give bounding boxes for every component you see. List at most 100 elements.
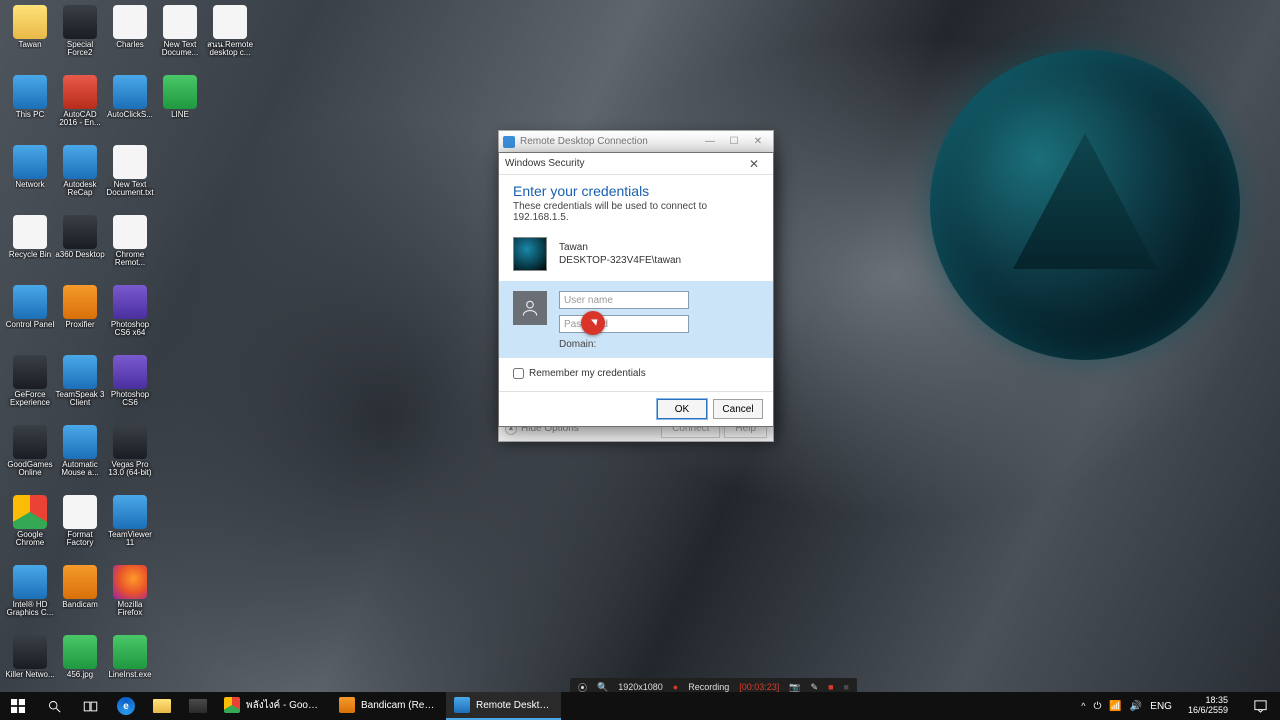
rdc-icon xyxy=(503,136,515,148)
close-button[interactable]: ✕ xyxy=(747,134,769,150)
desktop-icon[interactable]: Intel® HD Graphics C... xyxy=(5,565,55,631)
desktop-icon[interactable]: New Text Document.txt xyxy=(105,145,155,211)
desktop-icon[interactable]: Charles xyxy=(105,5,155,71)
desktop-icon[interactable]: Mozilla Firefox xyxy=(105,565,155,631)
desktop-icon[interactable]: New Text Docume... xyxy=(155,5,205,71)
network-icon[interactable]: 📶 xyxy=(1109,701,1121,712)
desktop-icon[interactable]: Control Panel xyxy=(5,285,55,351)
remember-credentials-row[interactable]: Remember my credentials xyxy=(513,368,759,379)
desktop-icon[interactable]: GeForce Experience xyxy=(5,355,55,421)
close-icon[interactable]: ✕ xyxy=(741,157,767,171)
remember-label: Remember my credentials xyxy=(529,368,646,379)
desktop-icon[interactable]: Vegas Pro 13.0 (64-bit) xyxy=(105,425,155,491)
saved-account-row[interactable]: Tawan DESKTOP-323V4FE\tawan xyxy=(513,237,759,271)
app-icon xyxy=(113,355,147,389)
desktop-icon[interactable]: สนน.Remote desktop c... xyxy=(205,5,255,71)
app-icon xyxy=(13,425,47,459)
task-view-button[interactable] xyxy=(72,692,108,720)
taskbar-app[interactable]: Remote Desktop C... xyxy=(446,692,561,720)
taskbar-app[interactable]: Bandicam (Register... xyxy=(331,692,446,720)
desktop-icon[interactable]: Autodesk ReCap xyxy=(55,145,105,211)
rdc-titlebar[interactable]: Remote Desktop Connection — ☐ ✕ xyxy=(499,131,773,153)
desktop-icon[interactable]: Special Force2 xyxy=(55,5,105,71)
app-icon xyxy=(63,495,97,529)
username-input[interactable] xyxy=(559,291,689,309)
remember-checkbox[interactable] xyxy=(513,368,524,379)
desktop-icon[interactable]: Bandicam xyxy=(55,565,105,631)
minimize-button[interactable]: — xyxy=(699,134,721,150)
start-button[interactable] xyxy=(0,692,36,720)
app-icon xyxy=(13,565,47,599)
icon-label: Autodesk ReCap xyxy=(55,181,105,198)
icon-label: Bandicam xyxy=(62,601,98,609)
saved-user-domain: DESKTOP-323V4FE\tawan xyxy=(559,255,681,266)
avatar xyxy=(513,237,547,271)
desktop-icon[interactable]: a360 Desktop xyxy=(55,215,105,281)
credentials-heading: Enter your credentials xyxy=(513,183,759,199)
app-icon xyxy=(13,215,47,249)
desktop-icon[interactable]: Tawan xyxy=(5,5,55,71)
taskbar-app[interactable]: พลังไงค์ - Google C... xyxy=(216,692,331,720)
maximize-button[interactable]: ☐ xyxy=(723,134,745,150)
resolution-text: 1920x1080 xyxy=(618,682,663,692)
desktop-icon[interactable]: Network xyxy=(5,145,55,211)
file-explorer-button[interactable] xyxy=(144,692,180,720)
sec-title: Windows Security xyxy=(505,158,584,169)
search-small-icon: 🔍 xyxy=(597,682,608,693)
cancel-button[interactable]: Cancel xyxy=(713,399,763,419)
desktop-icon[interactable]: TeamSpeak 3 Client xyxy=(55,355,105,421)
rdc-title: Remote Desktop Connection xyxy=(520,136,648,147)
app-icon xyxy=(113,5,147,39)
icon-label: AutoClickS... xyxy=(107,111,153,119)
desktop[interactable]: TawanSpecial Force2CharlesNew Text Docum… xyxy=(0,0,1280,692)
icon-label: Mozilla Firefox xyxy=(105,601,155,618)
clock[interactable]: 18:35 16/6/2559 xyxy=(1180,696,1236,716)
search-button[interactable] xyxy=(36,692,72,720)
language-indicator[interactable]: ENG xyxy=(1150,701,1172,712)
edge-button[interactable]: e xyxy=(108,692,144,720)
desktop-icon[interactable]: Format Factory xyxy=(55,495,105,561)
icon-label: สนน.Remote desktop c... xyxy=(205,41,255,58)
saved-user-name: Tawan xyxy=(559,242,681,253)
tray-icon[interactable]: ⏻ xyxy=(1093,701,1101,712)
desktop-icon[interactable]: Google Chrome xyxy=(5,495,55,561)
icon-label: TeamViewer 11 xyxy=(105,531,155,548)
desktop-icon[interactable]: Proxifier xyxy=(55,285,105,351)
app-icon xyxy=(63,145,97,179)
grey-sq-icon: ■ xyxy=(844,682,849,692)
desktop-icon[interactable]: Recycle Bin xyxy=(5,215,55,281)
app-icon xyxy=(13,355,47,389)
password-input[interactable] xyxy=(559,315,689,333)
desktop-icon[interactable]: TeamViewer 11 xyxy=(105,495,155,561)
app-icon xyxy=(224,697,240,713)
action-center-button[interactable] xyxy=(1244,699,1276,714)
app-icon xyxy=(213,5,247,39)
record-dot-icon: ● xyxy=(673,682,678,692)
desktop-icon[interactable]: This PC xyxy=(5,75,55,141)
desktop-icon[interactable]: LINE xyxy=(155,75,205,141)
app-icon xyxy=(13,285,47,319)
app-icon xyxy=(63,5,97,39)
desktop-icon[interactable]: GoodGames Online xyxy=(5,425,55,491)
system-tray[interactable]: ^ ⏻ 📶 🔊 ENG 18:35 16/6/2559 xyxy=(1077,692,1280,720)
app-icon xyxy=(113,425,147,459)
tray-overflow-icon[interactable]: ^ xyxy=(1081,701,1085,711)
app-icon xyxy=(339,697,355,713)
icon-label: Killer Netwo... xyxy=(5,671,54,679)
windows-security-dialog: Windows Security ✕ Enter your credential… xyxy=(498,152,774,427)
desktop-icon[interactable]: AutoCAD 2016 - En... xyxy=(55,75,105,141)
desktop-icon[interactable]: AutoClickS... xyxy=(105,75,155,141)
app-label: Remote Desktop C... xyxy=(476,700,553,711)
ok-button[interactable]: OK xyxy=(657,399,707,419)
desktop-icon[interactable]: Photoshop CS6 x64 xyxy=(105,285,155,351)
icon-label: Proxifier xyxy=(65,321,94,329)
desktop-icon[interactable]: Automatic Mouse a... xyxy=(55,425,105,491)
store-button[interactable] xyxy=(180,692,216,720)
icon-label: TeamSpeak 3 Client xyxy=(55,391,105,408)
desktop-icon[interactable]: Chrome Remot... xyxy=(105,215,155,281)
sec-titlebar[interactable]: Windows Security ✕ xyxy=(499,153,773,175)
icon-label: New Text Docume... xyxy=(155,41,205,58)
app-icon xyxy=(113,635,147,669)
volume-icon[interactable]: 🔊 xyxy=(1130,701,1142,712)
desktop-icon[interactable]: Photoshop CS6 xyxy=(105,355,155,421)
